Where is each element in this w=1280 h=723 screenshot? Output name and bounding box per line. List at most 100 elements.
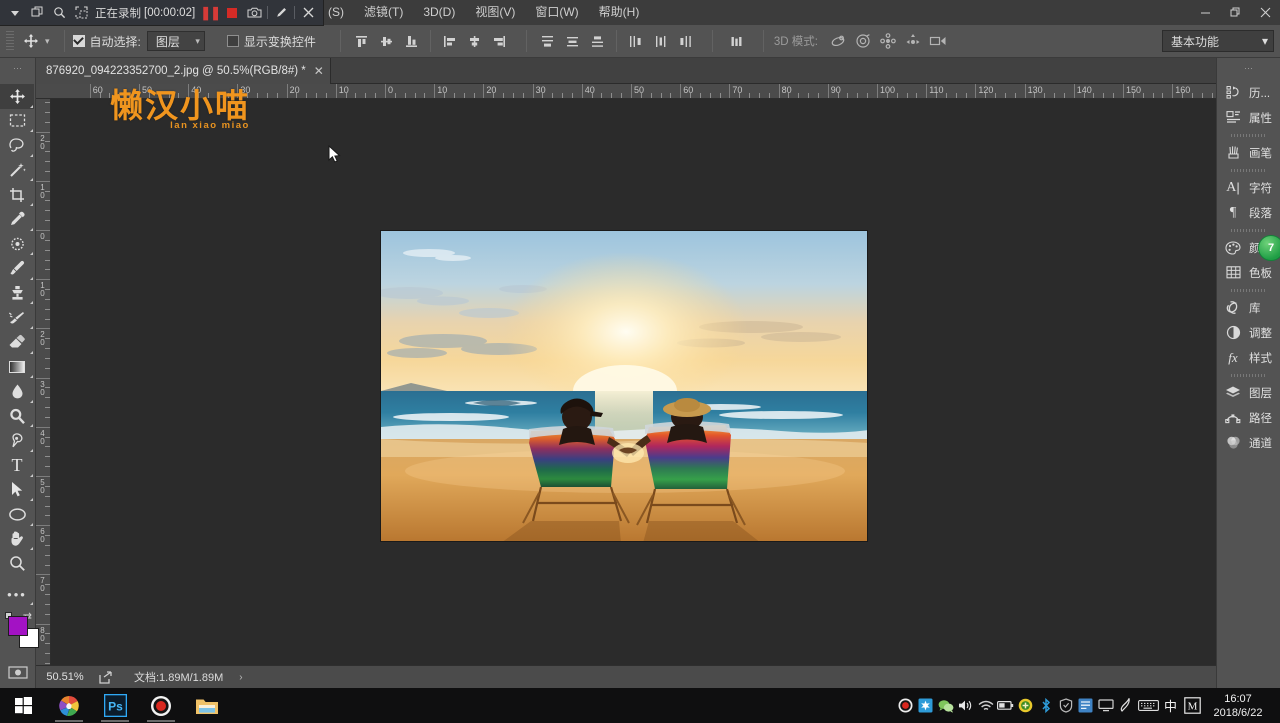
panel-history[interactable]: 历... [1217,80,1280,105]
wechat-icon[interactable] [937,697,954,714]
marquee-tool[interactable] [0,109,34,134]
ime-chinese-icon[interactable]: 中 [1162,697,1179,714]
taskbar-clock[interactable]: 16:07 2018/6/22 [1204,688,1272,723]
quick-mask-button[interactable] [0,666,35,679]
rotate-3d-object-icon[interactable] [826,30,851,52]
region-select-icon[interactable] [70,0,92,25]
plus-circle-icon[interactable] [1017,697,1034,714]
pen-tray-icon[interactable] [1117,697,1134,714]
zoom-tool[interactable] [0,551,34,576]
start-button[interactable] [0,688,46,723]
zoom-level[interactable]: 50.51% [36,671,94,683]
shape-tool[interactable] [0,502,34,527]
distribute-top-edges-button[interactable] [536,30,559,52]
menu-3d[interactable]: 3D(D) [413,0,465,25]
magic-wand-tool[interactable] [0,158,34,183]
shield-icon[interactable] [1057,697,1074,714]
crop-tool[interactable] [0,182,34,207]
align-vertical-centers-button[interactable] [375,30,398,52]
distribute-left-edges-button[interactable] [624,30,647,52]
wifi-icon[interactable] [977,697,994,714]
panel-character[interactable]: A| 字符 [1217,175,1280,200]
panel-channels[interactable]: 通道 [1217,430,1280,455]
panel-dock-grip[interactable]: ⋯ [1217,62,1280,74]
menu-help[interactable]: 帮助(H) [589,0,650,25]
capture-icon[interactable] [1077,697,1094,714]
canvas-area[interactable] [51,99,1216,665]
search-icon[interactable] [48,0,70,25]
display-icon[interactable] [1097,697,1114,714]
tool-preset-chevron-down-icon[interactable]: ▾ [45,36,50,47]
panel-color[interactable]: 颜色 7 [1217,235,1280,260]
taskbar-explorer[interactable] [184,688,230,723]
menu-select[interactable]: (S) [318,0,354,25]
stop-icon[interactable] [221,0,243,25]
panel-adjustments[interactable]: 调整 [1217,320,1280,345]
volume-icon[interactable] [957,697,974,714]
keyboard-icon[interactable] [1137,697,1159,714]
pause-icon[interactable]: ❚❚ [199,0,221,25]
taskbar-browser[interactable] [46,688,92,723]
healing-brush-tool[interactable] [0,232,34,257]
foreground-color-swatch[interactable] [8,616,28,636]
distribute-vertical-centers-button[interactable] [561,30,584,52]
align-right-edges-button[interactable] [488,30,511,52]
panel-paths[interactable]: 路径 [1217,405,1280,430]
share-icon[interactable] [94,671,116,684]
close-icon[interactable]: ✕ [314,64,324,78]
align-bottom-edges-button[interactable] [400,30,423,52]
lasso-tool[interactable] [0,133,34,158]
distribute-right-edges-button[interactable] [674,30,697,52]
align-left-edges-button[interactable] [438,30,461,52]
panel-brush[interactable]: 画笔 [1217,140,1280,165]
menu-filter[interactable]: 滤镜(T) [354,0,413,25]
taskbar-photoshop[interactable]: Ps [92,688,138,723]
move-tool[interactable] [0,84,34,109]
move-tool-icon[interactable] [18,29,44,53]
path-selection-tool[interactable] [0,478,34,503]
panel-styles[interactable]: fx 样式 [1217,345,1280,370]
blue-star-icon[interactable] [917,697,934,714]
eraser-tool[interactable] [0,330,34,355]
align-horizontal-centers-button[interactable] [463,30,486,52]
panel-layers[interactable]: 图层 [1217,380,1280,405]
distribute-bottom-edges-button[interactable] [586,30,609,52]
color-notification-badge[interactable]: 7 [1258,235,1280,261]
panel-libraries[interactable]: 库 [1217,295,1280,320]
align-top-edges-button[interactable] [350,30,373,52]
gradient-tool[interactable] [0,355,34,380]
ime-mode-icon[interactable]: M [1182,697,1202,714]
battery-icon[interactable] [997,697,1014,714]
minimize-button[interactable] [1190,0,1220,25]
auto-select-checkbox[interactable] [73,35,85,47]
show-transform-checkbox[interactable] [227,35,239,47]
blur-tool[interactable] [0,379,34,404]
menu-window[interactable]: 窗口(W) [525,0,588,25]
close-icon[interactable] [297,0,319,25]
distribute-horizontal-centers-button[interactable] [649,30,672,52]
auto-align-layers-button[interactable] [725,30,748,52]
slide-3d-object-icon[interactable] [901,30,926,52]
hand-tool[interactable] [0,527,34,552]
drag-3d-object-icon[interactable] [876,30,901,52]
menu-view[interactable]: 视图(V) [465,0,525,25]
camera-icon[interactable] [243,0,265,25]
eyedropper-tool[interactable] [0,207,34,232]
taskbar-recorder[interactable] [138,688,184,723]
panel-paragraph[interactable]: ¶ 段落 [1217,200,1280,225]
panel-swatches[interactable]: 色板 [1217,260,1280,285]
pencil-icon[interactable] [270,0,292,25]
scale-3d-object-icon[interactable] [926,30,951,52]
edit-toolbar-button[interactable]: ••• [0,582,34,607]
record-circle-icon[interactable] [897,697,914,714]
close-button[interactable] [1250,0,1280,25]
tools-panel-grip[interactable]: ⋯ [0,62,36,74]
panel-properties[interactable]: 属性 [1217,105,1280,130]
bluetooth-icon[interactable] [1037,697,1054,714]
status-bar-chevron-icon[interactable]: › [239,672,242,683]
brush-tool[interactable] [0,256,34,281]
pen-tool[interactable] [0,428,34,453]
auto-select-option[interactable]: 自动选择: [73,33,141,50]
chevron-down-icon[interactable] [4,0,26,25]
roll-3d-object-icon[interactable] [851,30,876,52]
